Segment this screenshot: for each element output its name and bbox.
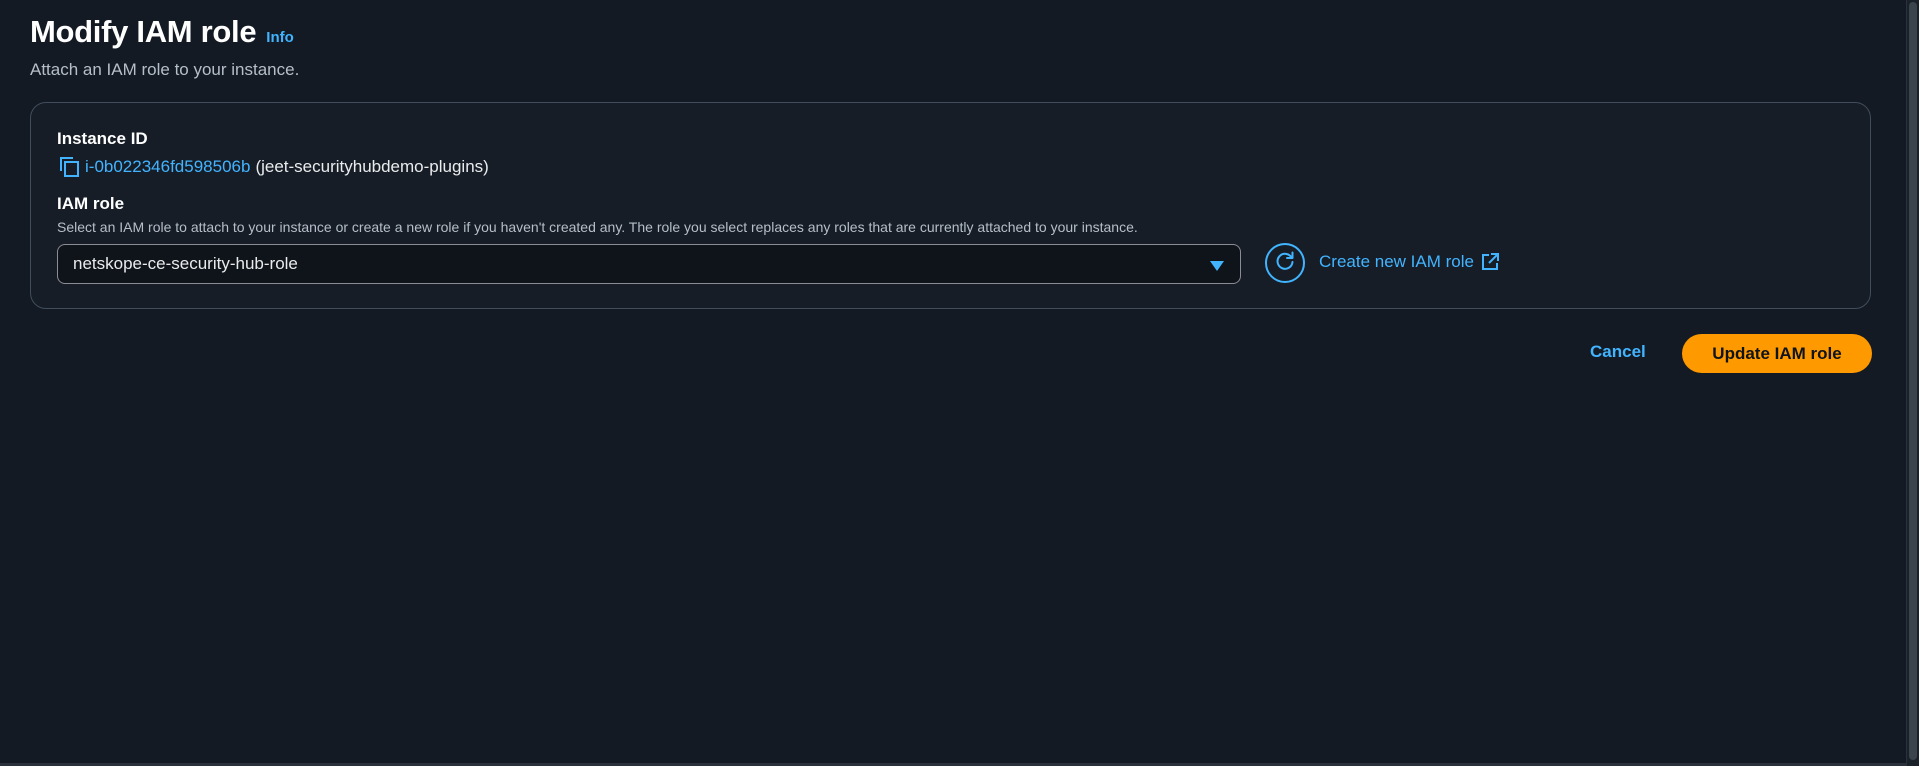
refresh-icon	[1274, 250, 1296, 277]
iam-role-select[interactable]: netskope-ce-security-hub-role	[57, 244, 1241, 284]
refresh-button[interactable]	[1265, 243, 1305, 283]
external-link-icon	[1480, 252, 1500, 272]
iam-role-description: Select an IAM role to attach to your ins…	[57, 219, 1138, 235]
title-row: Modify IAM role Info	[30, 14, 299, 50]
cancel-button[interactable]: Cancel	[1590, 342, 1646, 362]
copy-icon[interactable]	[57, 155, 81, 179]
scrollbar-thumb[interactable]	[1909, 2, 1917, 760]
page-header: Modify IAM role Info Attach an IAM role …	[30, 14, 299, 80]
iam-role-card: Instance ID i-0b022346fd598506b (jeet-se…	[30, 102, 1871, 309]
instance-name: (jeet-securityhubdemo-plugins)	[255, 157, 489, 176]
caret-down-icon	[1210, 259, 1224, 271]
scrollbar[interactable]	[1906, 0, 1919, 766]
instance-id-label: Instance ID	[57, 129, 148, 148]
instance-id-row: i-0b022346fd598506b (jeet-securityhubdem…	[57, 155, 489, 179]
iam-role-label: IAM role	[57, 194, 125, 213]
iam-role-selected-value: netskope-ce-security-hub-role	[73, 254, 298, 273]
create-iam-role-label: Create new IAM role	[1319, 252, 1474, 271]
page: Modify IAM role Info Attach an IAM role …	[0, 0, 1919, 766]
page-subtitle: Attach an IAM role to your instance.	[30, 60, 300, 79]
info-link[interactable]: Info	[266, 29, 294, 46]
page-title: Modify IAM role	[30, 14, 257, 49]
instance-id-link[interactable]: i-0b022346fd598506b	[85, 157, 250, 177]
create-iam-role-link[interactable]: Create new IAM role	[1319, 252, 1500, 272]
update-iam-role-button[interactable]: Update IAM role	[1682, 334, 1872, 373]
